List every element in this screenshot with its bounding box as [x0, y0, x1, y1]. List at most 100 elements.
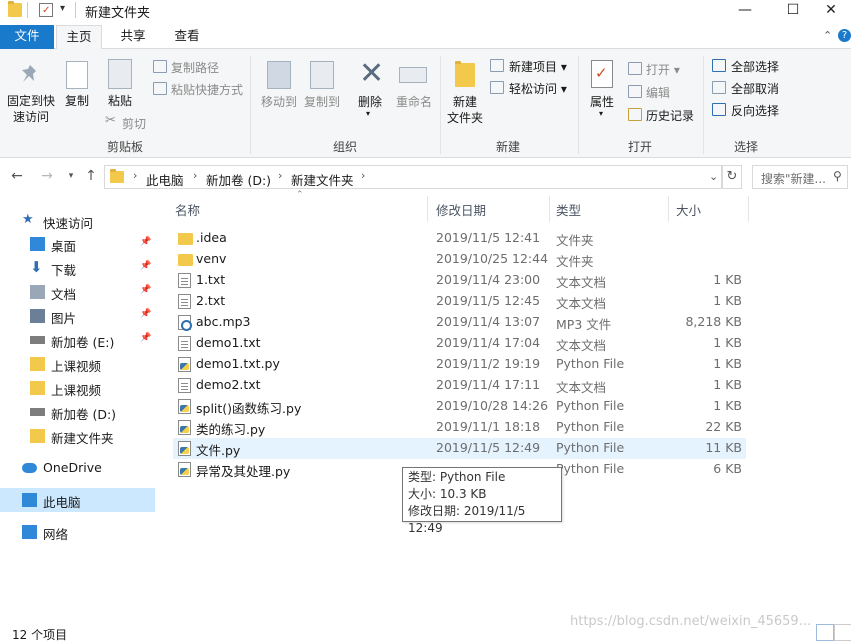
file-row[interactable]: 1.txt 2019/11/4 23:00 文本文档 1 KB: [173, 270, 746, 291]
title-bar: ✓ ▾ 新建文件夹 — ☐ ✕: [0, 0, 851, 22]
tab-home[interactable]: 主页: [56, 25, 102, 50]
chevron-down-icon[interactable]: ▾: [599, 109, 603, 118]
sidebar-item-1[interactable]: 桌面 📌: [0, 232, 155, 256]
column-header-name[interactable]: 名称: [175, 200, 200, 219]
sidebar-item-3[interactable]: 文档 📌: [0, 280, 155, 304]
copy-to-icon: [310, 61, 334, 89]
maximize-button[interactable]: ☐: [770, 0, 816, 22]
rename-button[interactable]: 重命名: [392, 94, 436, 110]
column-header-modified[interactable]: 修改日期: [436, 200, 486, 219]
large-icons-view-icon[interactable]: [834, 624, 851, 641]
close-button[interactable]: ✕: [811, 0, 851, 22]
tab-view[interactable]: 查看: [162, 25, 212, 49]
properties-qat-icon[interactable]: ✓: [39, 3, 53, 17]
copy-button[interactable]: 复制: [60, 93, 94, 109]
properties-button[interactable]: 属性: [584, 94, 620, 110]
tab-file[interactable]: 文件: [0, 25, 54, 49]
folder-icon: [8, 1, 22, 17]
python-file-icon: [178, 357, 191, 372]
sidebar-item-4[interactable]: 图片 📌: [0, 304, 155, 328]
sidebar-item-11[interactable]: 此电脑: [0, 488, 155, 512]
tab-share[interactable]: 共享: [108, 25, 158, 49]
chevron-right-icon[interactable]: ›: [133, 169, 137, 182]
sidebar-item-label: 此电脑: [43, 495, 81, 510]
sidebar-item-6[interactable]: 上课视频: [0, 352, 155, 376]
forward-arrow-icon[interactable]: →: [38, 166, 56, 186]
easy-access-icon: [490, 81, 504, 94]
sidebar-item-9[interactable]: 新建文件夹: [0, 424, 155, 448]
file-modified: 2019/11/1 18:18: [436, 419, 541, 434]
select-none-button[interactable]: 全部取消: [731, 80, 779, 97]
file-row[interactable]: demo1.txt.py 2019/11/2 19:19 Python File 1 …: [173, 354, 746, 375]
breadcrumb-drive-d[interactable]: 新加卷 (D:): [206, 170, 271, 189]
file-size: 1 KB: [713, 293, 742, 308]
search-input[interactable]: 搜索"新建... ⚲: [752, 165, 848, 189]
history-button[interactable]: 历史记录: [646, 107, 694, 124]
file-row[interactable]: demo1.txt 2019/11/4 17:04 文本文档 1 KB: [173, 333, 746, 354]
file-modified: 2019/11/5 12:45: [436, 293, 541, 308]
file-row[interactable]: venv 2019/10/25 12:44 文件夹: [173, 249, 746, 270]
address-bar[interactable]: › 此电脑 › 新加卷 (D:) › 新建文件夹 › ⌄: [104, 165, 722, 189]
file-row[interactable]: demo2.txt 2019/11/4 17:11 文本文档 1 KB: [173, 375, 746, 396]
sidebar-item-2[interactable]: ⬇ 下载 📌: [0, 256, 155, 280]
file-row[interactable]: .idea 2019/11/5 12:41 文件夹: [173, 228, 746, 249]
help-icon[interactable]: ?: [838, 29, 851, 42]
sidebar-item-12[interactable]: 网络: [0, 520, 155, 544]
breadcrumb-this-pc[interactable]: 此电脑: [146, 170, 184, 189]
sidebar-item-8[interactable]: 新加卷 (D:): [0, 400, 155, 424]
paste-shortcut-button[interactable]: 粘贴快捷方式: [171, 81, 243, 98]
edit-button[interactable]: 编辑: [646, 84, 670, 101]
minimize-button[interactable]: —: [722, 0, 768, 22]
sidebar-item-0[interactable]: ★ 快速访问: [0, 209, 155, 233]
new-folder-button[interactable]: 新建 文件夹: [445, 94, 485, 126]
qat-dropdown-icon[interactable]: ▾: [60, 3, 65, 14]
breadcrumb-new-folder[interactable]: 新建文件夹: [291, 170, 354, 189]
up-arrow-icon[interactable]: ↑: [82, 166, 100, 186]
file-row[interactable]: 2.txt 2019/11/5 12:45 文本文档 1 KB: [173, 291, 746, 312]
search-icon[interactable]: ⚲: [833, 169, 842, 183]
file-name: demo1.txt: [196, 335, 261, 350]
chevron-right-icon[interactable]: ›: [278, 169, 282, 182]
file-row[interactable]: 文件.py 2019/11/5 12:49 Python File 11 KB: [173, 438, 746, 459]
column-divider[interactable]: [427, 196, 428, 222]
column-divider[interactable]: [549, 196, 550, 222]
chevron-down-icon[interactable]: ▾: [366, 109, 370, 118]
column-divider[interactable]: [748, 196, 749, 222]
details-view-icon[interactable]: [816, 624, 834, 641]
easy-access-button[interactable]: 轻松访问 ▾: [509, 80, 567, 97]
file-modified: 2019/11/4 23:00: [436, 272, 541, 287]
column-divider[interactable]: [668, 196, 669, 222]
column-header-size[interactable]: 大小: [676, 200, 701, 219]
sidebar-item-5[interactable]: 新加卷 (E:) 📌: [0, 328, 155, 352]
item-count: 12 个项目: [12, 628, 68, 642]
sidebar-item-7[interactable]: 上课视频: [0, 376, 155, 400]
chevron-right-icon[interactable]: ›: [361, 169, 365, 182]
select-all-button[interactable]: 全部选择: [731, 58, 779, 75]
sidebar-item-10[interactable]: OneDrive: [0, 456, 155, 480]
delete-button[interactable]: 删除: [350, 94, 390, 110]
chevron-down-icon[interactable]: ⌄: [709, 170, 718, 183]
picture-icon: [30, 309, 45, 323]
open-button[interactable]: 打开 ▾: [646, 61, 680, 78]
file-row[interactable]: 类的练习.py 2019/11/1 18:18 Python File 22 KB: [173, 417, 746, 438]
recent-locations-icon[interactable]: ▾: [62, 166, 80, 186]
file-row[interactable]: split()函数练习.py 2019/10/28 14:26 Python Fil…: [173, 396, 746, 417]
invert-selection-button[interactable]: 反向选择: [731, 102, 779, 119]
chevron-right-icon[interactable]: ›: [193, 169, 197, 182]
drive-icon: [30, 336, 45, 344]
paste-button[interactable]: 粘贴: [103, 93, 137, 109]
file-name: venv: [196, 251, 227, 266]
back-arrow-icon[interactable]: ←: [8, 166, 26, 186]
file-row[interactable]: abc.mp3 2019/11/4 13:07 MP3 文件 8,218 KB: [173, 312, 746, 333]
move-to-button[interactable]: 移动到: [257, 94, 301, 110]
column-header-type[interactable]: 类型: [556, 200, 581, 219]
new-item-button[interactable]: 新建项目 ▾: [509, 58, 567, 75]
copy-to-button[interactable]: 复制到: [300, 94, 344, 110]
search-placeholder: 搜索"新建...: [761, 172, 826, 186]
pin-quick-access-button[interactable]: 固定到快 速访问: [2, 93, 60, 125]
cut-button[interactable]: 剪切: [122, 115, 146, 132]
sidebar-item-label: 文档: [51, 287, 77, 302]
refresh-icon[interactable]: ↻: [722, 165, 742, 189]
copy-path-button[interactable]: 复制路径: [171, 59, 219, 76]
chevron-up-icon[interactable]: ⌃: [823, 29, 832, 42]
